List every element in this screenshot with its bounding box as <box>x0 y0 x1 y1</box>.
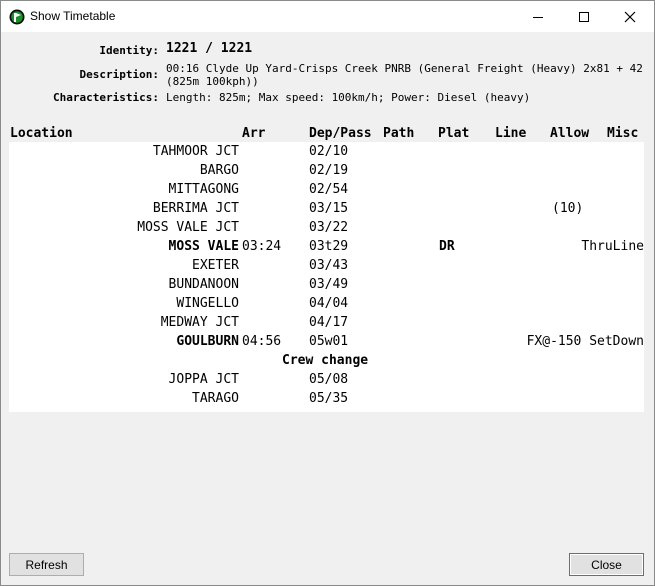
table-row[interactable]: BERRIMA JCT 03/15 (10) <box>9 199 644 218</box>
table-row[interactable]: WINGELLO 04/04 <box>9 294 644 313</box>
timetable-window: Show Timetable Identity: 1221 / 1221 Des… <box>0 0 655 586</box>
arr-cell: 03:24 <box>242 239 282 254</box>
column-header-plat: Plat <box>438 126 470 141</box>
dep-cell: 03/43 <box>309 258 349 273</box>
table-row[interactable]: TARAGO 05/35 <box>9 389 644 408</box>
dep-cell: 03t29 <box>309 239 349 254</box>
table-row[interactable]: MEDWAY JCT 04/17 <box>9 313 644 332</box>
column-header-misc: Misc <box>607 126 639 141</box>
table-row[interactable]: GOULBURN 04:56 05w01 FX@-150 SetDown <box>9 332 644 351</box>
column-header-allow: Allow <box>550 126 590 141</box>
location-cell: WINGELLO <box>176 296 239 311</box>
column-header-arr: Arr <box>242 126 266 141</box>
misc-cell: ThruLine <box>581 239 644 254</box>
plat-cell: DR <box>439 239 455 254</box>
maximize-icon <box>579 11 589 22</box>
dep-cell: 05/08 <box>309 372 349 387</box>
location-cell: TAHMOOR JCT <box>152 144 239 159</box>
description-label: Description: <box>79 68 159 81</box>
location-cell: BUNDANOON <box>168 277 239 292</box>
location-cell: BARGO <box>199 163 239 178</box>
minimize-button[interactable] <box>515 1 561 32</box>
location-cell: MOSS VALE JCT <box>137 220 239 235</box>
dep-cell: 02/54 <box>309 182 349 197</box>
dep-cell: 02/19 <box>309 163 349 178</box>
location-cell: EXETER <box>192 258 239 273</box>
refresh-button[interactable]: Refresh <box>9 553 84 576</box>
dep-cell: 03/22 <box>309 220 349 235</box>
location-cell: MEDWAY JCT <box>160 315 239 330</box>
location-cell: JOPPA JCT <box>168 372 239 387</box>
dep-cell: 03/15 <box>309 201 349 216</box>
allow-cell: (10) <box>552 201 584 216</box>
dep-cell: 04/17 <box>309 315 349 330</box>
crew-change-row[interactable]: Crew change <box>9 351 644 370</box>
misc-cell: FX@-150 SetDown <box>526 334 644 349</box>
identity-label: Identity: <box>99 44 159 57</box>
location-cell: MOSS VALE <box>168 239 239 254</box>
column-header-dep: Dep/Pass <box>309 126 372 141</box>
description-line1: 00:16 Clyde Up Yard-Crisps Creek PNRB (G… <box>166 62 643 75</box>
location-cell: BERRIMA JCT <box>152 201 239 216</box>
arr-cell: 04:56 <box>242 334 282 349</box>
location-cell: MITTAGONG <box>168 182 239 197</box>
column-header-path: Path <box>383 126 415 141</box>
column-header-line: Line <box>495 126 527 141</box>
dep-cell: 02/10 <box>309 144 349 159</box>
dep-cell: 04/04 <box>309 296 349 311</box>
app-icon <box>9 9 25 25</box>
table-row[interactable]: MOSS VALE JCT 03/22 <box>9 218 644 237</box>
table-row[interactable]: TAHMOOR JCT 02/10 <box>9 142 644 161</box>
dep-cell: 05w01 <box>309 334 349 349</box>
close-window-button[interactable] <box>607 1 653 32</box>
table-row[interactable]: JOPPA JCT 05/08 <box>9 370 644 389</box>
minimize-icon <box>533 16 543 18</box>
table-row[interactable]: BARGO 02/19 <box>9 161 644 180</box>
title-bar[interactable]: Show Timetable <box>1 1 654 32</box>
identity-value: 1221 / 1221 <box>166 41 253 56</box>
maximize-button[interactable] <box>561 1 607 32</box>
window-title: Show Timetable <box>30 9 116 23</box>
characteristics-label: Characteristics: <box>53 91 159 104</box>
characteristics-value: Length: 825m; Max speed: 100km/h; Power:… <box>166 91 531 104</box>
close-button[interactable]: Close <box>569 553 644 576</box>
table-row[interactable]: BUNDANOON 03/49 <box>9 275 644 294</box>
crew-change-label: Crew change <box>282 353 369 368</box>
close-icon <box>624 11 636 22</box>
table-row[interactable]: MITTAGONG 02/54 <box>9 180 644 199</box>
dialog-content: Identity: 1221 / 1221 Description: 00:16… <box>1 32 654 585</box>
description-line2: (825m 100kph)) <box>166 75 259 88</box>
table-row[interactable]: EXETER 03/43 <box>9 256 644 275</box>
location-cell: TARAGO <box>192 391 239 406</box>
column-header-location: Location <box>10 126 73 141</box>
dep-cell: 03/49 <box>309 277 349 292</box>
location-cell: GOULBURN <box>176 334 239 349</box>
table-row[interactable]: MOSS VALE 03:24 03t29 DR ThruLine <box>9 237 644 256</box>
timetable-table[interactable]: TAHMOOR JCT 02/10 BARGO 02/19 MITTAGONG … <box>9 142 644 412</box>
dep-cell: 05/35 <box>309 391 349 406</box>
